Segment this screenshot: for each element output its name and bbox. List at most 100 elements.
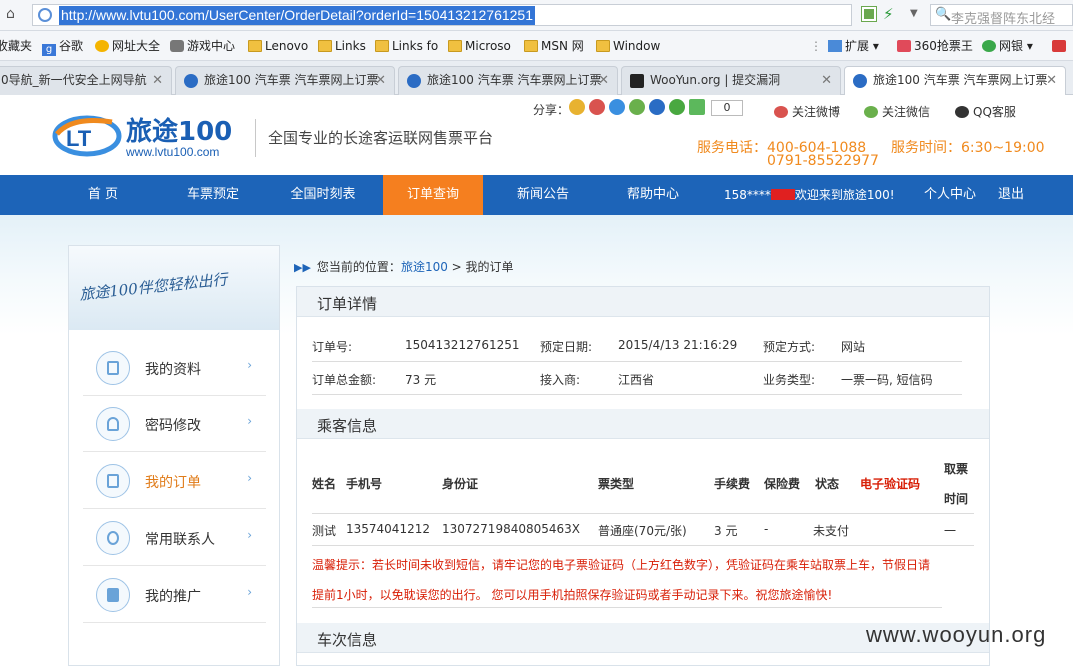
bookmark-favorites[interactable]: 收藏夹 — [0, 38, 32, 54]
close-icon[interactable]: ✕ — [375, 67, 386, 94]
logo-text[interactable]: 旅途100 — [126, 111, 232, 148]
service-hours: 服务时间：6:30~19:00 — [891, 140, 1045, 156]
share-count: 0 — [711, 100, 743, 116]
lvtu-favicon-icon — [184, 74, 198, 88]
bookmark-lenovo[interactable]: Lenovo — [248, 38, 308, 54]
order-total-label: 订单总金额: — [312, 373, 377, 387]
nav-timetable[interactable]: 全国时刻表 — [275, 175, 371, 215]
bookmark-google[interactable]: g 谷歌 — [42, 38, 83, 56]
order-no-label: 订单号: — [312, 340, 353, 354]
bookmark-sites[interactable]: 网址大全 — [95, 38, 160, 54]
url-field[interactable]: http://www.lvtu100.com/UserCenter/OrderD… — [32, 4, 852, 26]
bookmark-bank[interactable]: 网银 ▾ — [982, 38, 1033, 54]
chevron-right-icon: › — [247, 414, 252, 428]
bookmark-links[interactable]: Links — [318, 38, 366, 54]
folder-icon — [596, 40, 610, 52]
share-qzone-icon[interactable] — [569, 99, 585, 115]
adobe-icon[interactable] — [1052, 38, 1069, 54]
sidebar-item-profile[interactable]: 我的资料 › — [83, 340, 266, 396]
nav-help[interactable]: 帮助中心 — [604, 175, 702, 215]
more-icon[interactable]: ⋮ — [810, 38, 822, 54]
nav-news[interactable]: 新闻公告 — [494, 175, 592, 215]
lvtu-favicon-icon — [407, 74, 421, 88]
slogan: 全国专业的长途客运联网售票平台 — [268, 129, 494, 147]
redaction-mark — [770, 189, 795, 200]
users-icon — [96, 521, 130, 555]
sidebar-item-password[interactable]: 密码修改 › — [83, 396, 266, 452]
follow-weibo-link[interactable]: 关注微博 — [774, 103, 840, 120]
wooyun-favicon-icon — [630, 74, 644, 88]
nav-order-query[interactable]: 订单查询 — [383, 175, 483, 215]
search-input[interactable]: 🔍 李克强督阵东北经 — [930, 4, 1073, 26]
tab-lvtu-active[interactable]: 旅途100 汽车票 汽车票网上订票 ✕ — [844, 66, 1066, 96]
col-ticket-type: 票类型 — [598, 477, 635, 491]
divider — [312, 545, 974, 546]
cell-name: 测试 — [312, 524, 337, 538]
follow-weixin-link[interactable]: 关注微信 — [864, 103, 930, 120]
bookmarks-bar: 收藏夹 g 谷歌 网址大全 游戏中心 Lenovo Links Links fo … — [0, 31, 1073, 61]
sidebar-item-promotion[interactable]: 我的推广 › — [83, 567, 266, 623]
nav-logout[interactable]: 退出 — [990, 175, 1032, 215]
close-icon[interactable]: ✕ — [1046, 67, 1057, 94]
close-icon[interactable]: ✕ — [821, 67, 832, 94]
folder-icon — [448, 40, 462, 52]
share-kaixin-icon[interactable] — [669, 99, 685, 115]
chevron-right-icon: › — [247, 585, 252, 599]
folder-icon — [318, 40, 332, 52]
order-date-value: 2015/4/13 21:16:29 — [618, 338, 738, 352]
bookmark-ticket-king[interactable]: 360抢票王 — [897, 38, 973, 54]
bookmark-games[interactable]: 游戏中心 — [170, 38, 235, 54]
qr-code-icon[interactable] — [861, 6, 877, 22]
service-phone-2: 0791-85522977 — [767, 153, 879, 169]
sidebar-item-orders[interactable]: 我的订单 › — [83, 453, 266, 509]
bookmark-msn[interactable]: MSN 网 — [524, 38, 584, 54]
grid-icon — [828, 40, 842, 52]
chevron-right-icon: › — [247, 358, 252, 372]
order-no-value: 150413212761251 — [405, 338, 520, 352]
nav-home[interactable]: 首 页 — [62, 175, 144, 215]
notice-line-2: 提前1小时，以免耽误您的出行。 您可以用手机拍照保存验证码或者手动记录下来。祝您… — [312, 588, 833, 602]
bookmark-links-for[interactable]: Links fo — [375, 38, 438, 54]
tab-nav[interactable]: 0导航_新一代安全上网导航 ✕ — [0, 66, 172, 95]
folder-icon — [248, 40, 262, 52]
order-total-value: 73 元 — [405, 373, 437, 387]
col-name: 姓名 — [312, 477, 337, 491]
close-icon[interactable]: ✕ — [152, 67, 163, 94]
lock-icon — [96, 407, 130, 441]
url-text[interactable]: http://www.lvtu100.com/UserCenter/OrderD… — [59, 6, 536, 25]
nav-ticket-booking[interactable]: 车票预定 — [160, 175, 266, 215]
breadcrumb-home-link[interactable]: 旅途100 — [401, 260, 448, 274]
tab-wooyun[interactable]: WooYun.org | 提交漏洞 ✕ — [621, 66, 841, 95]
home-icon[interactable]: ⌂ — [6, 6, 24, 24]
double-chevron-icon: ▶▶ — [294, 261, 311, 274]
tab-lvtu-1[interactable]: 旅途100 汽车票 汽车票网上订票 ✕ — [175, 66, 395, 95]
col-pickup: 取票 — [944, 462, 969, 476]
share-tencent-icon[interactable] — [609, 99, 625, 115]
share-wechat-icon[interactable] — [629, 99, 645, 115]
share-weibo-icon[interactable] — [589, 99, 605, 115]
chevron-down-icon[interactable]: ▼ — [910, 8, 918, 19]
main-nav: 首 页 车票预定 全国时刻表 订单查询 新闻公告 帮助中心 158**** 欢迎来… — [0, 175, 1073, 215]
logo-icon[interactable]: LT — [52, 112, 122, 158]
bookmark-extensions[interactable]: 扩展 ▾ — [828, 38, 879, 54]
lightning-icon[interactable]: ⚡ — [883, 5, 894, 23]
qq-service-link[interactable]: QQ客服 — [955, 103, 1016, 120]
notice-line-1: 温馨提示：若长时间未收到短信，请牢记您的电子票验证码（上方红色数字），凭验证码在… — [312, 558, 931, 572]
cell-fee: 3 元 — [714, 524, 738, 538]
nav-user-center[interactable]: 个人中心 — [920, 175, 980, 215]
order-provider-value: 江西省 — [618, 373, 655, 387]
bookmark-windows[interactable]: Window — [596, 38, 660, 54]
breadcrumb: ▶▶ 您当前的位置：旅途100 > 我的订单 — [294, 260, 514, 274]
sidebar-item-contacts[interactable]: 常用联系人 › — [83, 510, 266, 566]
col-status: 状态 — [815, 477, 840, 491]
share-renren-icon[interactable] — [649, 99, 665, 115]
google-icon: g — [42, 44, 56, 56]
share-label: 分享： — [533, 103, 570, 117]
user-sidebar: 旅途100伴您轻松出行 我的资料 › 密码修改 › 我的订单 › 常用联系人 ›… — [68, 245, 280, 666]
col-insurance: 保险费 — [764, 477, 801, 491]
close-icon[interactable]: ✕ — [598, 67, 609, 94]
bookmark-microsoft[interactable]: Microso — [448, 38, 511, 54]
tab-lvtu-2[interactable]: 旅途100 汽车票 汽车票网上订票 ✕ — [398, 66, 618, 95]
chevron-right-icon: › — [247, 528, 252, 542]
share-more-icon[interactable] — [689, 99, 705, 115]
